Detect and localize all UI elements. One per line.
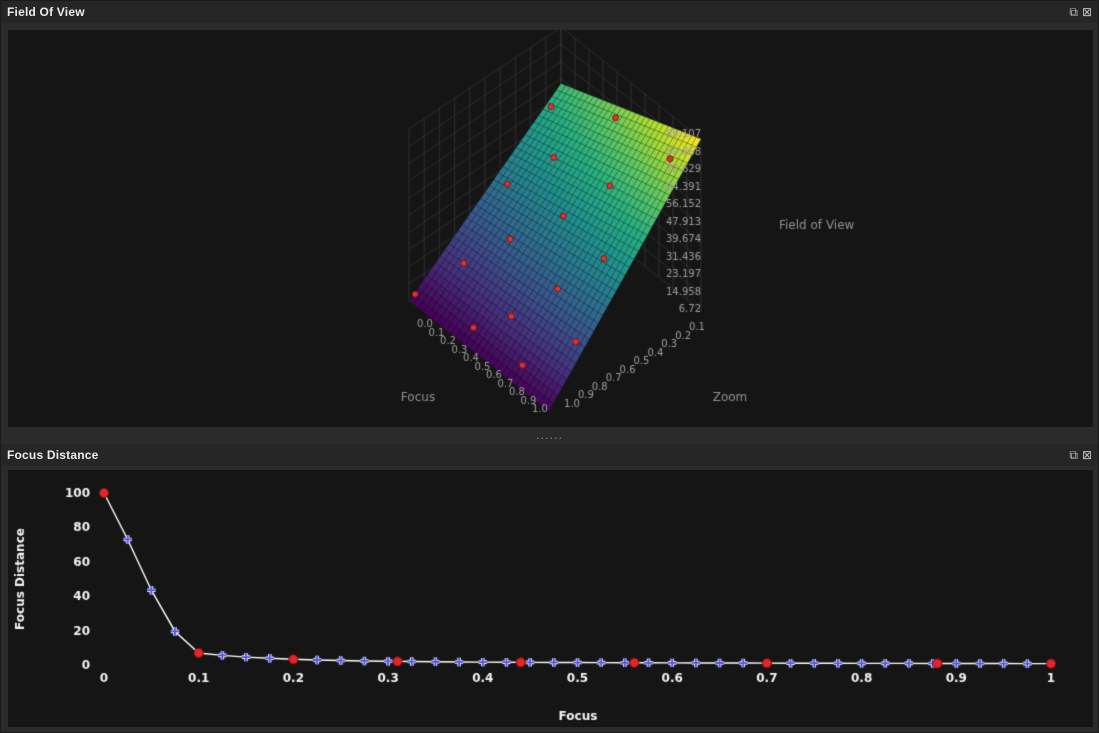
splitter-grip-icon: ······ — [536, 432, 563, 445]
focus-distance-curve-plot[interactable] — [8, 470, 1093, 727]
float-panel-icon[interactable]: ⧉ — [1069, 6, 1078, 18]
panel-field-of-view: Field Of View ⧉ ⊠ — [1, 1, 1098, 427]
panel-title: Field Of View — [7, 5, 85, 19]
field-of-view-surface-plot[interactable] — [8, 30, 1093, 427]
focus-distance-titlebar[interactable]: Focus Distance ⧉ ⊠ — [1, 444, 1098, 466]
close-panel-icon[interactable]: ⊠ — [1082, 449, 1092, 461]
field-of-view-titlebar[interactable]: Field Of View ⧉ ⊠ — [1, 1, 1098, 23]
titlebar-icons: ⧉ ⊠ — [1069, 449, 1092, 461]
titlebar-icons: ⧉ ⊠ — [1069, 6, 1092, 18]
panel-title: Focus Distance — [7, 448, 99, 462]
close-panel-icon[interactable]: ⊠ — [1082, 6, 1092, 18]
panel-splitter[interactable]: ······ — [1, 432, 1098, 445]
panel-focus-distance: Focus Distance ⧉ ⊠ — [1, 444, 1098, 727]
focus-distance-plot-area — [8, 470, 1093, 727]
app-root: Field Of View ⧉ ⊠ ······ Focus Distance … — [0, 0, 1099, 733]
field-of-view-plot-area — [8, 30, 1093, 427]
float-panel-icon[interactable]: ⧉ — [1069, 449, 1078, 461]
